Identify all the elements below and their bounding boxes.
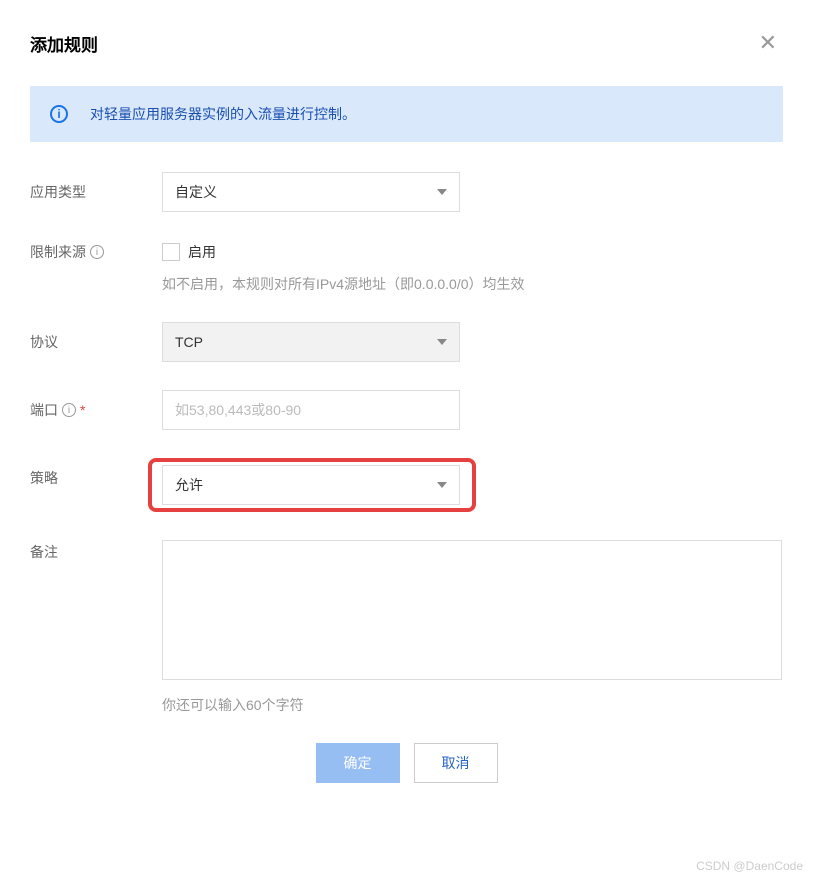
chevron-down-icon bbox=[437, 339, 447, 345]
label-restrict-source-text: 限制来源 bbox=[30, 242, 86, 262]
label-app-type: 应用类型 bbox=[30, 172, 162, 202]
help-icon[interactable]: i bbox=[62, 403, 76, 417]
control-restrict-source: 启用 如不启用，本规则对所有IPv4源地址（即0.0.0.0/0）均生效 bbox=[162, 240, 783, 294]
modal-header: 添加规则 ✕ bbox=[30, 30, 783, 56]
control-policy: 允许 bbox=[162, 458, 783, 512]
label-policy: 策略 bbox=[30, 458, 162, 488]
help-icon[interactable]: i bbox=[90, 245, 104, 259]
info-icon: i bbox=[50, 105, 68, 123]
select-protocol[interactable]: TCP bbox=[162, 322, 460, 362]
close-icon[interactable]: ✕ bbox=[753, 30, 783, 56]
info-banner: i 对轻量应用服务器实例的入流量进行控制。 bbox=[30, 86, 783, 142]
label-restrict-source: 限制来源 i bbox=[30, 240, 162, 262]
row-port: 端口 i * bbox=[30, 390, 783, 430]
checkbox-enable-label: 启用 bbox=[188, 242, 216, 262]
select-policy-value: 允许 bbox=[175, 475, 203, 495]
select-app-type-value: 自定义 bbox=[175, 182, 217, 202]
select-policy[interactable]: 允许 bbox=[162, 465, 460, 505]
add-rule-modal: 添加规则 ✕ i 对轻量应用服务器实例的入流量进行控制。 应用类型 自定义 限制… bbox=[0, 0, 813, 813]
chevron-down-icon bbox=[437, 189, 447, 195]
ok-button[interactable]: 确定 bbox=[316, 743, 400, 783]
row-restrict-source: 限制来源 i 启用 如不启用，本规则对所有IPv4源地址（即0.0.0.0/0）… bbox=[30, 240, 783, 294]
remark-helper: 你还可以输入60个字符 bbox=[162, 695, 783, 715]
info-banner-text: 对轻量应用服务器实例的入流量进行控制。 bbox=[90, 104, 356, 124]
chevron-down-icon bbox=[437, 482, 447, 488]
modal-footer: 确定 取消 bbox=[30, 743, 783, 783]
label-port-text: 端口 bbox=[30, 400, 58, 420]
checkbox-enable[interactable] bbox=[162, 243, 180, 261]
row-remark: 备注 你还可以输入60个字符 bbox=[30, 540, 783, 715]
select-protocol-value: TCP bbox=[175, 334, 203, 350]
cancel-button[interactable]: 取消 bbox=[414, 743, 498, 783]
restrict-source-helper: 如不启用，本规则对所有IPv4源地址（即0.0.0.0/0）均生效 bbox=[162, 274, 783, 294]
row-app-type: 应用类型 自定义 bbox=[30, 172, 783, 212]
label-port: 端口 i * bbox=[30, 390, 162, 420]
control-protocol: TCP bbox=[162, 322, 783, 362]
control-remark: 你还可以输入60个字符 bbox=[162, 540, 783, 715]
textarea-remark[interactable] bbox=[162, 540, 782, 680]
checkbox-wrap: 启用 bbox=[162, 242, 783, 262]
control-app-type: 自定义 bbox=[162, 172, 783, 212]
label-protocol: 协议 bbox=[30, 322, 162, 352]
modal-title: 添加规则 bbox=[30, 31, 98, 56]
select-app-type[interactable]: 自定义 bbox=[162, 172, 460, 212]
control-port bbox=[162, 390, 783, 430]
watermark: CSDN @DaenCode bbox=[696, 859, 803, 873]
label-remark: 备注 bbox=[30, 540, 162, 562]
policy-highlight: 允许 bbox=[148, 458, 476, 512]
row-protocol: 协议 TCP bbox=[30, 322, 783, 362]
required-asterisk: * bbox=[80, 402, 85, 418]
input-port[interactable] bbox=[162, 390, 460, 430]
row-policy: 策略 允许 bbox=[30, 458, 783, 512]
